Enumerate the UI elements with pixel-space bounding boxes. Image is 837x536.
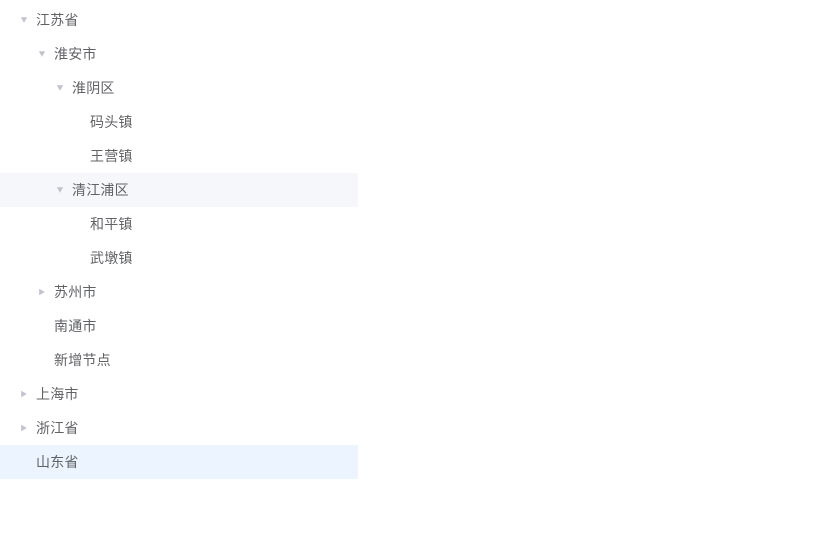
caret-down-icon[interactable] [16,12,32,28]
tree-node: 江苏省 [0,3,837,37]
tree-node-row[interactable]: 淮安市 [0,37,358,71]
tree-node: 淮安市 [0,37,837,71]
tree-node: 新增节点 [0,343,837,377]
caret-right-icon[interactable] [16,386,32,402]
tree-node: 山东省 [0,445,837,479]
tree-node-row[interactable]: 山东省 [0,445,358,479]
tree-node-label: 清江浦区 [72,182,129,198]
tree-node-label: 武墩镇 [90,250,133,266]
tree-node-label: 新增节点 [54,352,111,368]
tree-node-row[interactable]: 清江浦区 [0,173,358,207]
tree-node-label: 山东省 [36,454,79,470]
tree-node-row[interactable]: 新增节点 [0,343,358,377]
tree-container: 江苏省淮安市淮阴区码头镇王营镇清江浦区和平镇武墩镇苏州市南通市新增节点上海市浙江… [0,0,837,479]
tree-node-row[interactable]: 淮阴区 [0,71,358,105]
tree-node-row[interactable]: 浙江省 [0,411,358,445]
caret-down-icon[interactable] [52,80,68,96]
tree-node-label: 浙江省 [36,420,79,436]
tree-node-label: 淮阴区 [72,80,115,96]
tree-node-row[interactable]: 苏州市 [0,275,358,309]
tree-node-label: 江苏省 [36,12,79,28]
tree-node: 码头镇 [0,105,837,139]
caret-right-icon[interactable] [16,420,32,436]
tree-node-label: 淮安市 [54,46,97,62]
tree-node-row[interactable]: 上海市 [0,377,358,411]
tree-node-row[interactable]: 南通市 [0,309,358,343]
tree-node-label: 和平镇 [90,216,133,232]
tree-node-row[interactable]: 王营镇 [0,139,358,173]
tree-node-row[interactable]: 码头镇 [0,105,358,139]
tree-node: 和平镇 [0,207,837,241]
tree-node: 南通市 [0,309,837,343]
tree-node-row[interactable]: 和平镇 [0,207,358,241]
tree-node-label: 王营镇 [90,148,133,164]
tree-node-label: 码头镇 [90,114,133,130]
tree-node-row[interactable]: 江苏省 [0,3,358,37]
tree-node: 淮阴区 [0,71,837,105]
tree-node-label: 南通市 [54,318,97,334]
tree-node: 清江浦区 [0,173,837,207]
tree-node: 苏州市 [0,275,837,309]
caret-down-icon[interactable] [52,182,68,198]
tree-node: 浙江省 [0,411,837,445]
tree-node: 上海市 [0,377,837,411]
tree-node-label: 上海市 [36,386,79,402]
caret-right-icon[interactable] [34,284,50,300]
tree-node-label: 苏州市 [54,284,97,300]
tree-node-row[interactable]: 武墩镇 [0,241,358,275]
tree-node: 王营镇 [0,139,837,173]
caret-down-icon[interactable] [34,46,50,62]
tree-node: 武墩镇 [0,241,837,275]
